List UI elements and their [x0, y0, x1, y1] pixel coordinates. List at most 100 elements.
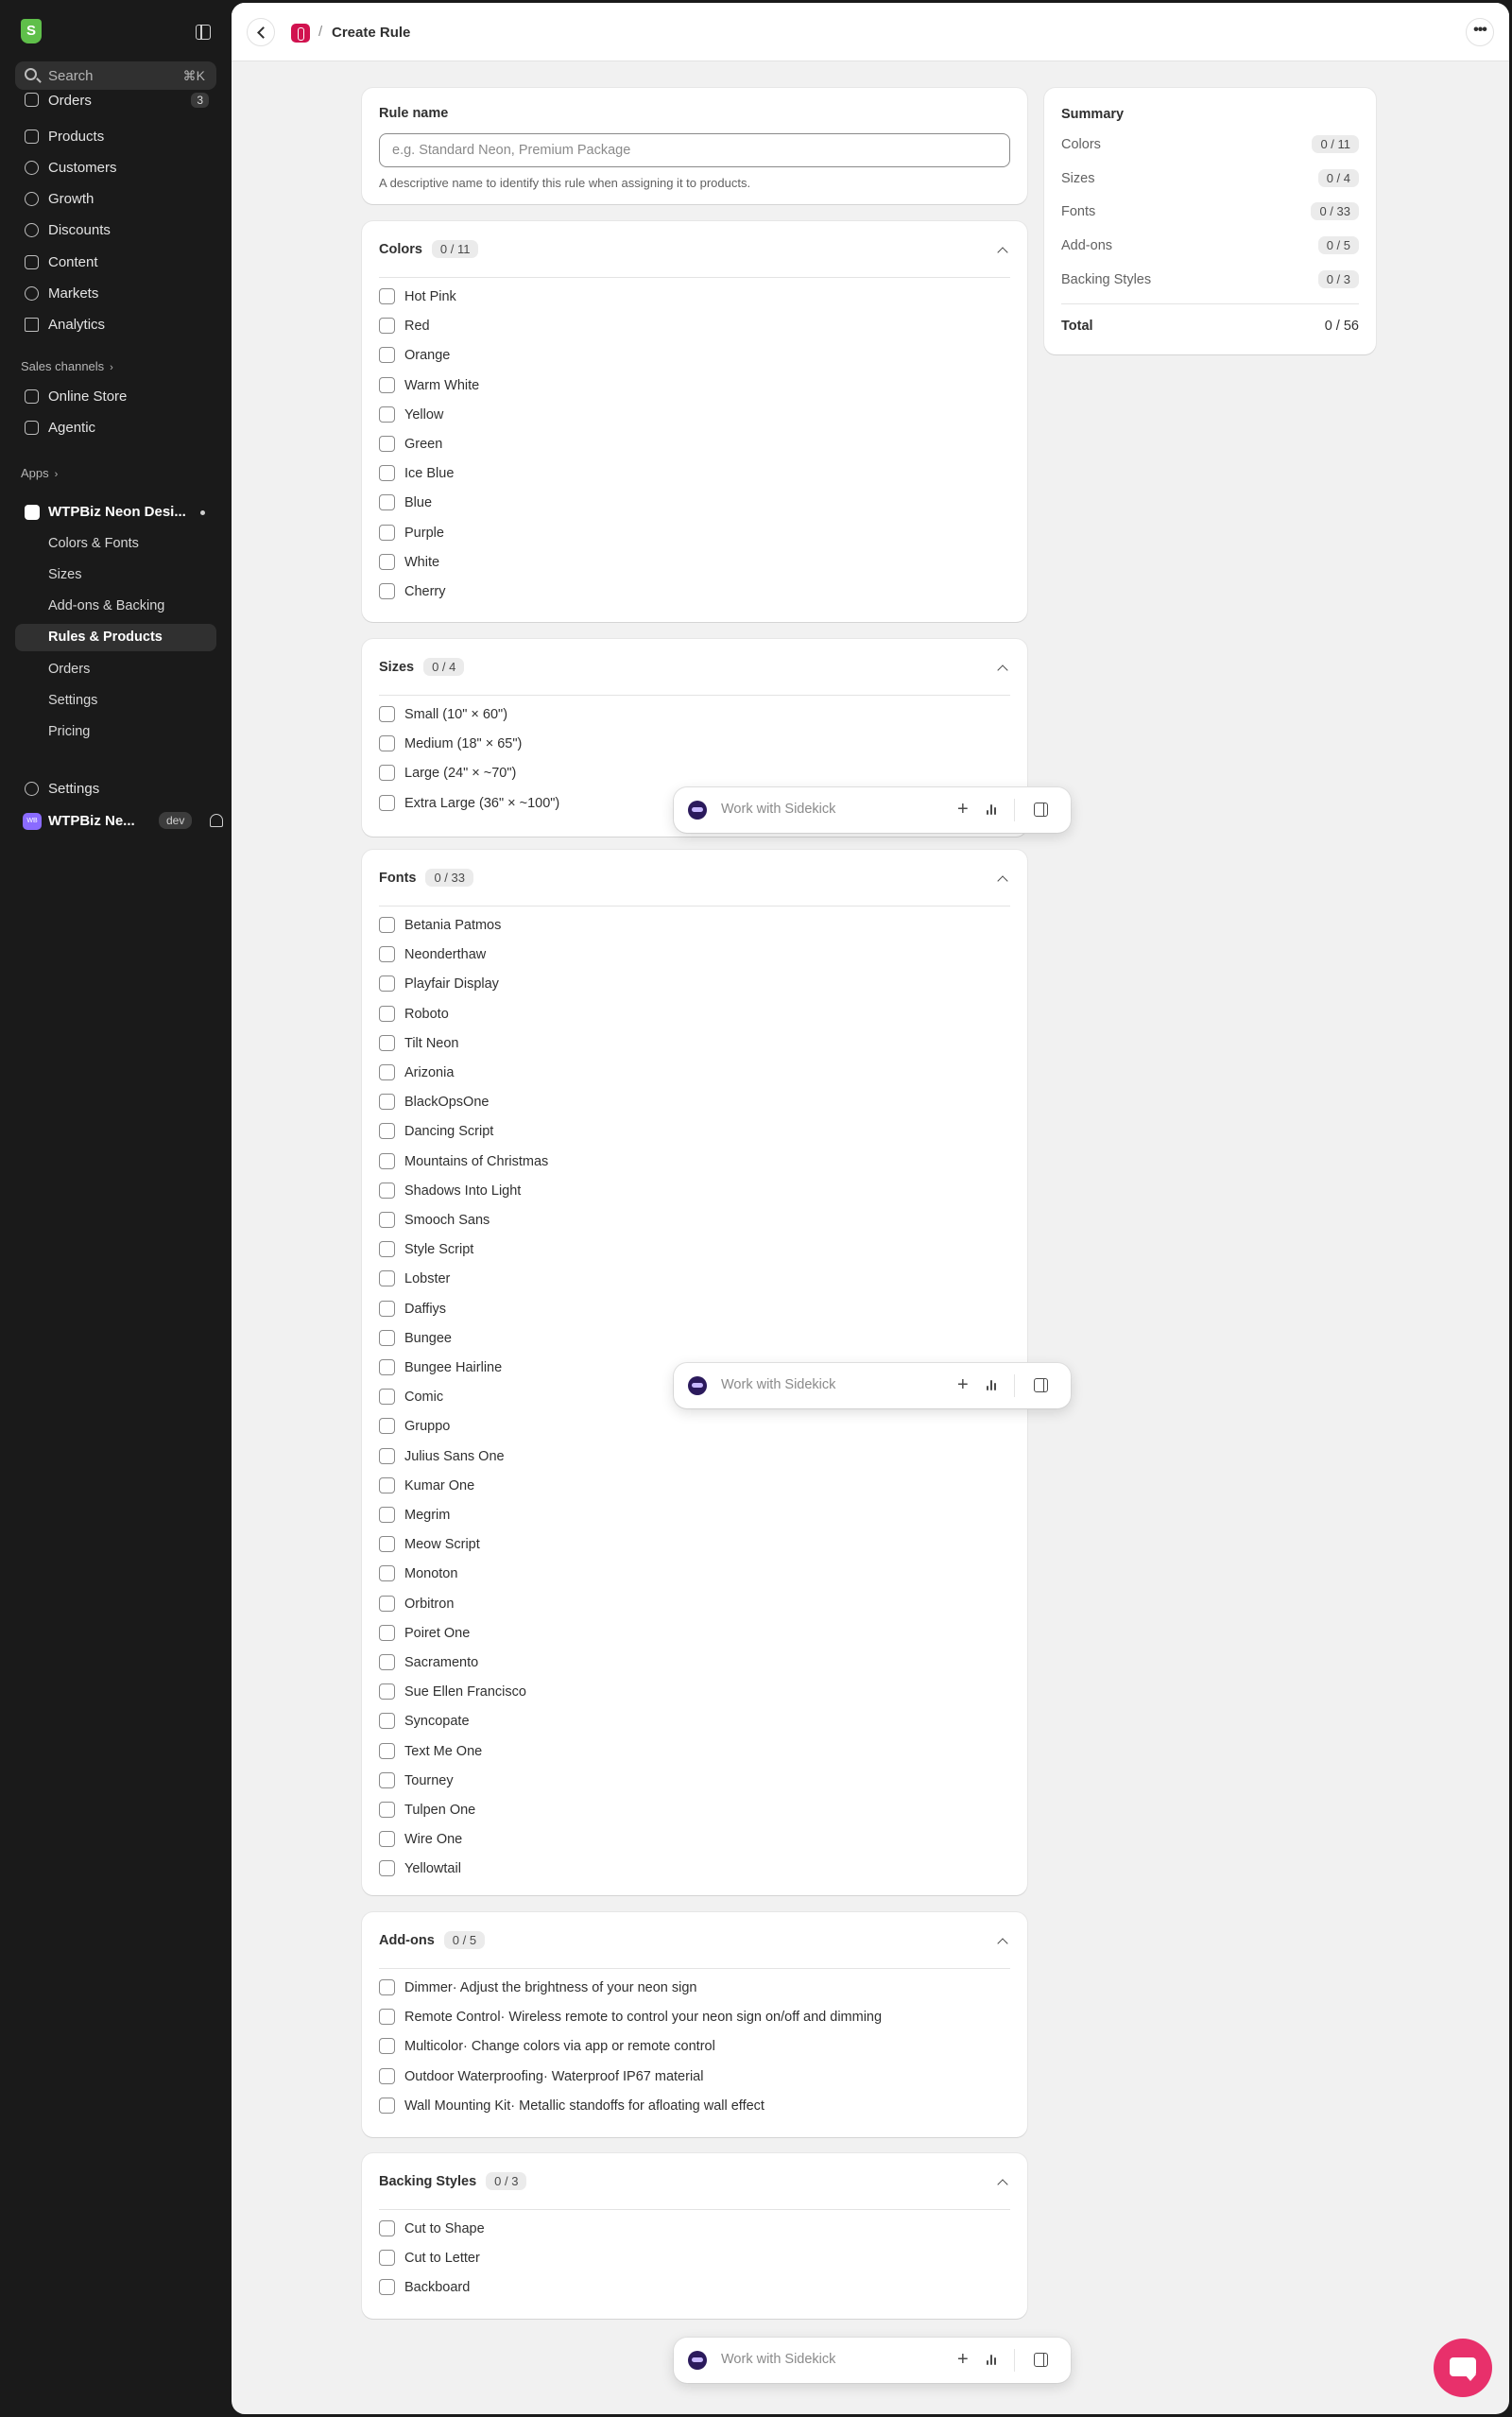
checkbox[interactable] — [379, 288, 395, 304]
checkbox[interactable] — [379, 1565, 395, 1582]
sidebar-toggle-icon[interactable] — [196, 25, 211, 40]
sidebar-item-online-store[interactable]: Online Store — [15, 383, 216, 410]
chevron-up-icon[interactable] — [997, 875, 1008, 887]
checkbox[interactable] — [379, 1152, 395, 1169]
sidebar-item-customers[interactable]: Customers — [15, 154, 216, 181]
plus-icon[interactable]: + — [957, 1374, 969, 1396]
voice-icon[interactable] — [986, 803, 999, 817]
voice-icon[interactable] — [986, 1379, 999, 1392]
sidebar-item-content[interactable]: Content — [15, 249, 216, 276]
checkbox[interactable] — [379, 1447, 395, 1464]
sidebar-subitem-settings[interactable]: Settings — [15, 687, 216, 715]
sidebar-item-orders[interactable]: Orders 3 — [15, 93, 216, 112]
back-button[interactable] — [247, 18, 275, 46]
sidekick-bar[interactable]: Work with Sidekick + — [674, 787, 1071, 833]
plus-icon[interactable]: + — [957, 799, 969, 820]
voice-icon[interactable] — [986, 2354, 999, 2367]
checkbox[interactable] — [379, 1476, 395, 1493]
sidebar-item-discounts[interactable]: Discounts — [15, 216, 216, 244]
sidekick-input[interactable]: Work with Sidekick — [721, 802, 835, 817]
panel-toggle-icon[interactable] — [1034, 1378, 1048, 1392]
rule-name-input[interactable] — [379, 133, 1010, 167]
checkbox[interactable] — [379, 1389, 395, 1406]
store-switcher[interactable]: WB WTPBiz Ne... dev — [15, 807, 223, 835]
checkbox[interactable] — [379, 1064, 395, 1080]
bell-icon[interactable] — [210, 814, 223, 827]
checkbox[interactable] — [379, 1624, 395, 1641]
checkbox[interactable] — [379, 1713, 395, 1730]
sidebar-item-app[interactable]: WTPBiz Neon Desi... — [15, 498, 216, 526]
checkbox[interactable] — [379, 917, 395, 933]
checkbox[interactable] — [379, 583, 395, 599]
sidebar-subitem-rules-products[interactable]: Rules & Products — [15, 624, 216, 651]
checkbox[interactable] — [379, 706, 395, 722]
chevron-up-icon[interactable] — [997, 1938, 1008, 1949]
checkbox[interactable] — [379, 1212, 395, 1228]
addons-header[interactable]: Add-ons 0 / 5 — [379, 1931, 486, 1949]
checkbox[interactable] — [379, 2009, 395, 2026]
checkbox[interactable] — [379, 1771, 395, 1788]
sidebar-item-analytics[interactable]: Analytics — [15, 311, 216, 338]
checkbox[interactable] — [379, 2067, 395, 2084]
sidebar-item-markets[interactable]: Markets — [15, 280, 216, 307]
checkbox[interactable] — [379, 2220, 395, 2236]
checkbox[interactable] — [379, 1034, 395, 1051]
fonts-header[interactable]: Fonts 0 / 33 — [379, 869, 473, 887]
checkbox[interactable] — [379, 946, 395, 963]
backing-header[interactable]: Backing Styles 0 / 3 — [379, 2172, 527, 2190]
checkbox[interactable] — [379, 376, 395, 393]
panel-toggle-icon[interactable] — [1034, 2353, 1048, 2367]
checkbox[interactable] — [379, 494, 395, 511]
checkbox[interactable] — [379, 794, 395, 811]
checkbox[interactable] — [379, 465, 395, 482]
sidebar-subitem-colors-fonts[interactable]: Colors & Fonts — [15, 530, 216, 558]
sidekick-input[interactable]: Work with Sidekick — [721, 2352, 835, 2367]
sidebar-subitem-pricing[interactable]: Pricing — [15, 718, 216, 746]
chevron-up-icon[interactable] — [997, 247, 1008, 258]
chevron-up-icon[interactable] — [997, 2179, 1008, 2190]
sidebar-item-growth[interactable]: Growth — [15, 185, 216, 213]
checkbox[interactable] — [379, 765, 395, 782]
apps-heading[interactable]: Apps › — [21, 466, 58, 480]
checkbox[interactable] — [379, 553, 395, 570]
checkbox[interactable] — [379, 1418, 395, 1435]
checkbox[interactable] — [379, 2097, 395, 2114]
checkbox[interactable] — [379, 1507, 395, 1523]
more-actions-button[interactable]: ••• — [1466, 18, 1494, 46]
checkbox[interactable] — [379, 2038, 395, 2055]
checkbox[interactable] — [379, 2250, 395, 2267]
checkbox[interactable] — [379, 1979, 395, 1995]
sizes-header[interactable]: Sizes 0 / 4 — [379, 658, 465, 676]
shopify-logo-icon[interactable]: S — [21, 19, 42, 43]
sidekick-bar[interactable]: Work with Sidekick + — [674, 1363, 1071, 1408]
checkbox[interactable] — [379, 1005, 395, 1022]
sidekick-input[interactable]: Work with Sidekick — [721, 1377, 835, 1392]
checkbox[interactable] — [379, 1123, 395, 1140]
checkbox[interactable] — [379, 1270, 395, 1287]
checkbox[interactable] — [379, 1536, 395, 1553]
checkbox[interactable] — [379, 1654, 395, 1670]
chevron-up-icon[interactable] — [997, 665, 1008, 676]
checkbox[interactable] — [379, 524, 395, 541]
chat-button[interactable] — [1434, 2339, 1492, 2397]
checkbox[interactable] — [379, 1683, 395, 1701]
checkbox[interactable] — [379, 1329, 395, 1346]
checkbox[interactable] — [379, 1300, 395, 1317]
checkbox[interactable] — [379, 318, 395, 335]
sidebar-subitem-orders[interactable]: Orders — [15, 656, 216, 683]
colors-header[interactable]: Colors 0 / 11 — [379, 240, 479, 258]
checkbox[interactable] — [379, 1802, 395, 1818]
checkbox[interactable] — [379, 406, 395, 423]
checkbox[interactable] — [379, 735, 395, 752]
checkbox[interactable] — [379, 1860, 395, 1877]
search-input[interactable]: Search ⌘K — [15, 61, 216, 90]
checkbox[interactable] — [379, 1182, 395, 1199]
sidebar-item-settings[interactable]: Settings — [15, 775, 216, 803]
panel-toggle-icon[interactable] — [1034, 803, 1048, 817]
checkbox[interactable] — [379, 1742, 395, 1759]
plus-icon[interactable]: + — [957, 2349, 969, 2371]
sidebar-subitem-addons-backing[interactable]: Add-ons & Backing — [15, 593, 216, 620]
checkbox[interactable] — [379, 1595, 395, 1612]
sales-channels-heading[interactable]: Sales channels › — [21, 359, 113, 373]
sidebar-item-products[interactable]: Products — [15, 123, 216, 150]
